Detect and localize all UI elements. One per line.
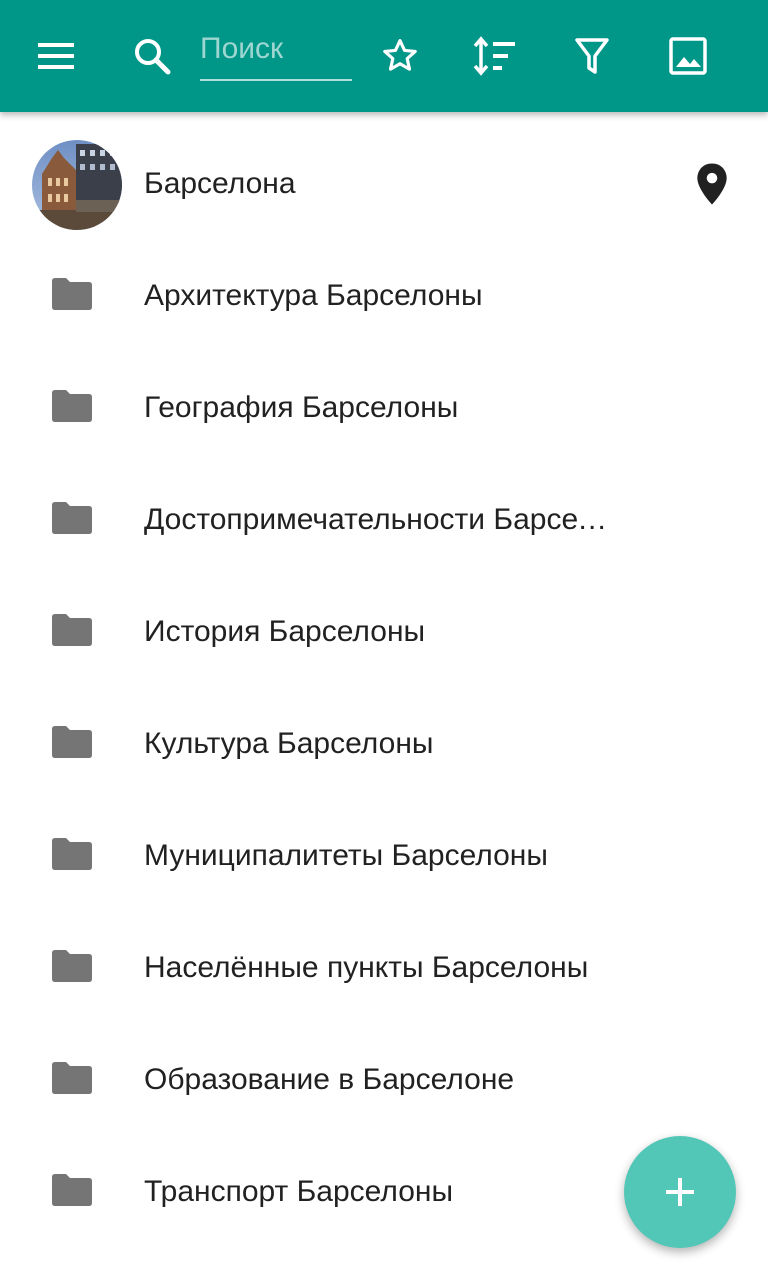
favorites-button[interactable] (368, 24, 432, 88)
folder-icon (52, 950, 92, 982)
folder-icon (52, 726, 92, 758)
search-field[interactable] (200, 26, 352, 81)
list-item[interactable]: Культура Барселоны (0, 688, 768, 800)
list-header-label: Барселона (144, 167, 296, 200)
plus-icon (666, 1178, 694, 1206)
folder-icon (52, 390, 92, 422)
filter-button[interactable] (560, 24, 624, 88)
app-screen: Барселона Архитектура Барселоны География… (0, 0, 768, 1280)
list-item[interactable]: Населённые пункты Барселоны (0, 912, 768, 1024)
list-item-label: Транспорт Барселоны (144, 1175, 454, 1208)
list-header-row[interactable]: Барселона (0, 128, 768, 240)
folder-icon (52, 1174, 92, 1206)
list-item[interactable]: Архитектура Барселоны (0, 240, 768, 352)
list-item-label: Образование в Барселоне (144, 1063, 515, 1096)
folder-icon (52, 838, 92, 870)
folder-icon (52, 278, 92, 310)
search-button[interactable] (120, 24, 184, 88)
category-list: Барселона Архитектура Барселоны География… (0, 128, 768, 1248)
list-item[interactable]: Достопримечательности Барселоны (0, 464, 768, 576)
list-item-label: Достопримечательности Барселоны (144, 503, 624, 536)
list-item[interactable]: История Барселоны (0, 576, 768, 688)
list-item-label: География Барселоны (144, 391, 459, 424)
list-item-label: Архитектура Барселоны (144, 279, 483, 312)
image-mode-button[interactable] (656, 24, 720, 88)
menu-icon (38, 43, 74, 69)
list-item-label: Муниципалитеты Барселоны (144, 839, 548, 872)
star-outline-icon (383, 39, 417, 71)
folder-icon (52, 1062, 92, 1094)
folder-icon (52, 502, 92, 534)
list-item-label: История Барселоны (144, 615, 426, 648)
add-button[interactable] (624, 1136, 736, 1248)
map-marker-icon[interactable] (694, 162, 730, 206)
image-icon (669, 37, 707, 75)
list-item[interactable]: География Барселоны (0, 352, 768, 464)
filter-icon (575, 38, 609, 74)
search-input[interactable] (200, 26, 352, 79)
list-item-label: Населённые пункты Барселоны (144, 951, 589, 984)
list-item[interactable]: Образование в Барселоне (0, 1024, 768, 1136)
folder-icon (52, 614, 92, 646)
app-toolbar (0, 0, 768, 112)
sort-icon (473, 36, 515, 76)
search-icon (135, 39, 171, 75)
menu-button[interactable] (24, 24, 88, 88)
barcelona-photo-avatar (32, 140, 122, 230)
subcategory-items: Архитектура Барселоны География Барселоны… (0, 240, 768, 1248)
sort-button[interactable] (463, 24, 527, 88)
list-item[interactable]: Муниципалитеты Барселоны (0, 800, 768, 912)
list-item-label: Культура Барселоны (144, 727, 434, 760)
